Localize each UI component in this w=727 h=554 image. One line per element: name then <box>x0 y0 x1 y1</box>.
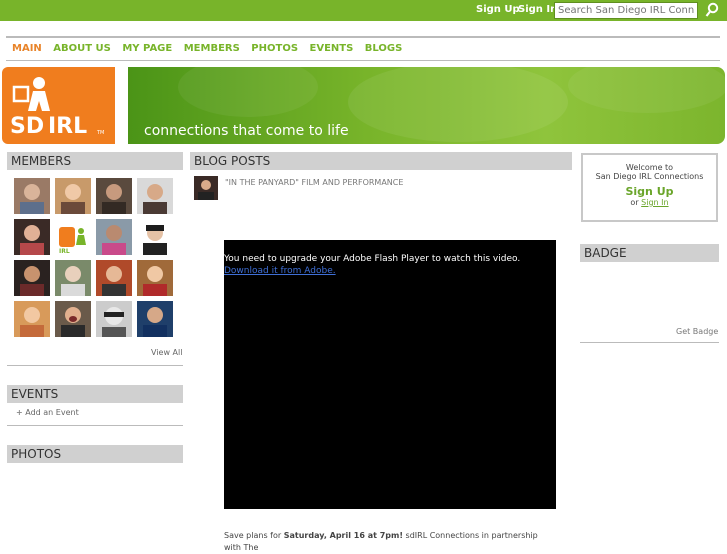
photos-header: PHOTOS <box>7 445 183 463</box>
post-excerpt-date: Saturday, April 16 at 7pm! <box>283 531 403 540</box>
sign-in-link[interactable]: Sign In <box>518 4 557 15</box>
nav-item-photos[interactable]: PHOTOS <box>251 43 298 54</box>
member-avatar[interactable] <box>55 260 91 296</box>
member-avatar[interactable] <box>96 301 132 337</box>
welcome-line-2: San Diego IRL Connections <box>595 172 704 181</box>
post-excerpt: Save plans for Saturday, April 16 at 7pm… <box>224 530 554 554</box>
svg-text:IRL: IRL <box>48 114 87 139</box>
post-title-link[interactable]: "IN THE PANYARD" FILM AND PERFORMANCE <box>225 178 403 187</box>
post-excerpt-prefix: Save plans for <box>224 531 284 540</box>
member-avatar[interactable] <box>55 178 91 214</box>
nav-item-main[interactable]: MAIN <box>12 43 42 54</box>
members-header: MEMBERS <box>7 152 183 170</box>
member-avatar[interactable] <box>96 219 132 255</box>
svg-text:SD: SD <box>10 114 44 139</box>
svg-text:IRL: IRL <box>59 248 70 255</box>
member-avatar[interactable] <box>96 260 132 296</box>
flash-upgrade-message: You need to upgrade your Adobe Flash Pla… <box>224 254 521 264</box>
member-avatar[interactable] <box>14 178 50 214</box>
download-adobe-link[interactable]: Download it from Adobe. <box>224 266 336 276</box>
top-bar: Sign Up Sign In <box>0 0 727 21</box>
welcome-or-text: or <box>630 198 639 207</box>
member-avatar[interactable] <box>55 301 91 337</box>
members-view-all-link[interactable]: View All <box>151 348 182 357</box>
events-header: EVENTS <box>7 385 183 403</box>
banner-image: connections that come to life <box>128 67 725 144</box>
search-input[interactable] <box>554 2 698 19</box>
member-avatar-default[interactable]: IRL <box>55 219 91 255</box>
nav-top-divider <box>6 36 720 38</box>
nav-bottom-divider <box>6 60 720 61</box>
member-avatar[interactable] <box>14 301 50 337</box>
member-avatar[interactable] <box>14 219 50 255</box>
member-avatar[interactable] <box>137 219 173 255</box>
nav-item-my-page[interactable]: MY PAGE <box>122 43 172 54</box>
site-logo[interactable]: SD IRL TM <box>2 67 115 144</box>
member-avatar[interactable] <box>96 178 132 214</box>
plus-icon: + <box>16 408 23 417</box>
welcome-box: Welcome to San Diego IRL Connections Sig… <box>581 153 718 222</box>
nav-item-blogs[interactable]: BLOGS <box>365 43 403 54</box>
add-event-link[interactable]: + Add an Event <box>16 408 79 417</box>
sign-up-link[interactable]: Sign Up <box>476 4 520 15</box>
events-divider <box>7 425 183 426</box>
post-author-avatar[interactable] <box>194 176 218 200</box>
main-nav: MAIN ABOUT US MY PAGE MEMBERS PHOTOS EVE… <box>12 43 410 54</box>
members-divider <box>7 365 183 366</box>
member-avatar[interactable] <box>137 178 173 214</box>
member-avatar[interactable] <box>14 260 50 296</box>
member-avatar[interactable] <box>137 301 173 337</box>
nav-item-events[interactable]: EVENTS <box>310 43 354 54</box>
blog-posts-header: BLOG POSTS <box>190 152 572 170</box>
video-player[interactable]: You need to upgrade your Adobe Flash Pla… <box>224 240 556 509</box>
banner-tagline: connections that come to life <box>144 123 349 139</box>
welcome-sign-up-link[interactable]: Sign Up <box>583 185 716 198</box>
welcome-sign-in-link[interactable]: Sign In <box>641 198 668 207</box>
add-event-label: Add an Event <box>25 408 79 417</box>
badge-header: BADGE <box>580 244 719 262</box>
nav-item-about-us[interactable]: ABOUT US <box>53 43 111 54</box>
member-avatar[interactable] <box>137 260 173 296</box>
svg-text:TM: TM <box>96 130 104 136</box>
nav-item-members[interactable]: MEMBERS <box>184 43 240 54</box>
search-icon[interactable] <box>704 2 720 18</box>
welcome-line-1: Welcome to <box>625 163 674 172</box>
badge-divider <box>580 342 719 343</box>
welcome-sign-in-row: or Sign In <box>583 198 716 207</box>
get-badge-link[interactable]: Get Badge <box>676 327 718 336</box>
